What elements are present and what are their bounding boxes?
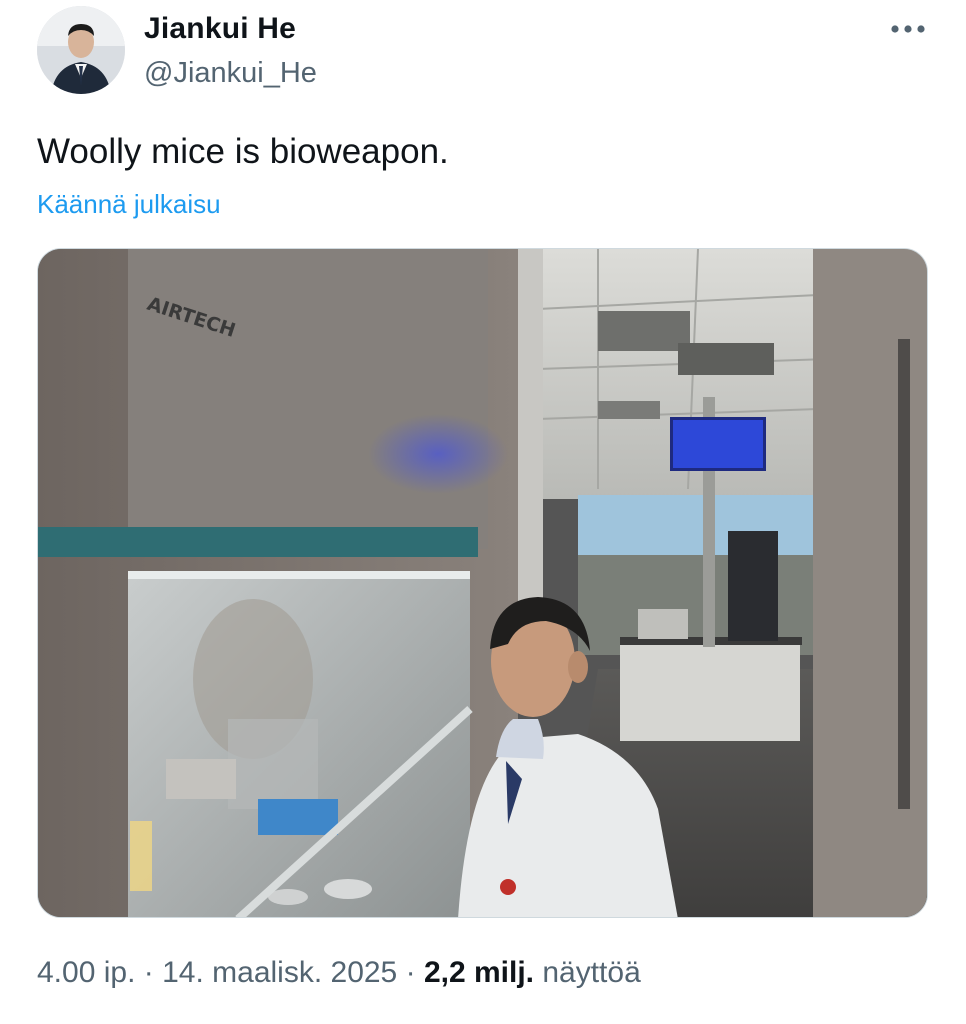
views-label: näyttöä [542, 956, 641, 989]
tweet-meta: 4.00 ip. · 14. maalisk. 2025 · 2,2 milj.… [37, 953, 641, 993]
views-count: 2,2 milj. [423, 956, 534, 989]
profile-photo-icon [37, 6, 125, 94]
more-horizontal-icon [891, 25, 925, 33]
meta-separator: · [143, 956, 154, 989]
meta-separator: · [405, 956, 416, 989]
avatar[interactable] [37, 6, 125, 94]
tweet-time[interactable]: 4.00 ip. [37, 956, 135, 989]
lab-photo-image: AIRTECH [38, 249, 927, 917]
tweet-text: Woolly mice is bioweapon. [37, 132, 449, 171]
tweet-media-photo[interactable]: AIRTECH [37, 248, 928, 918]
more-options-button[interactable] [886, 12, 930, 46]
translate-post-link[interactable]: Käännä julkaisu [37, 187, 221, 221]
display-name[interactable]: Jiankui He [144, 10, 296, 48]
user-handle[interactable]: @Jiankui_He [144, 55, 317, 91]
tweet-date[interactable]: 14. maalisk. 2025 [162, 956, 397, 989]
